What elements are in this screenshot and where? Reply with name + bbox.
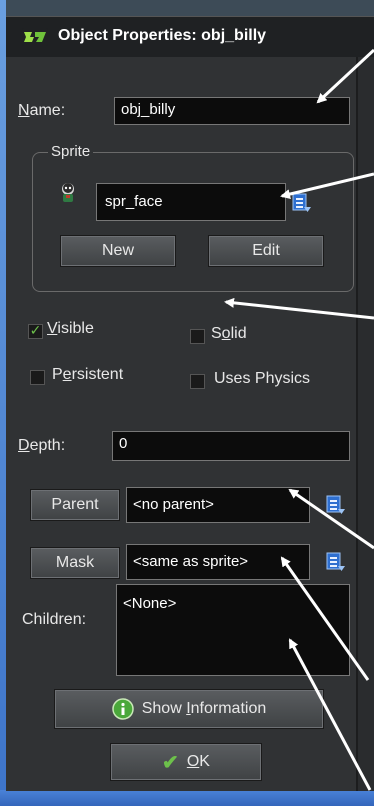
visible-checkbox[interactable]: ✓ — [28, 324, 43, 339]
children-label: Children: — [22, 611, 87, 628]
ok-rest: K — [199, 753, 210, 770]
depth-label-accel: D — [18, 437, 30, 454]
parent-field[interactable]: <no parent> — [126, 487, 310, 523]
show-information-button[interactable]: Show Information — [54, 689, 324, 729]
persistent-label-pre: P — [52, 366, 63, 383]
sprite-thumbnail-icon — [62, 183, 74, 202]
solid-label-accel: o — [221, 325, 231, 342]
ok-label: OK — [187, 753, 210, 771]
sprite-group-title: Sprite — [48, 143, 94, 160]
info-icon — [111, 698, 134, 720]
visible-label-text: isible — [57, 320, 94, 337]
object-properties-window: Object Properties: obj_billy Name: obj_b… — [6, 16, 374, 791]
mask-select-menu-icon[interactable] — [326, 552, 346, 572]
persistent-label[interactable]: Persistent — [52, 366, 123, 384]
sprite-new-button[interactable]: New — [60, 235, 176, 267]
name-label-accel: N — [18, 102, 30, 119]
persistent-checkbox[interactable] — [30, 370, 45, 385]
desktop-background-bottom — [0, 790, 374, 806]
ok-button[interactable]: ✔ OK — [110, 743, 262, 781]
parent-select-menu-icon[interactable] — [326, 495, 346, 515]
persistent-label-text: rsistent — [71, 366, 124, 383]
sprite-group-box — [32, 152, 354, 292]
sprite-input[interactable]: spr_face — [96, 183, 286, 221]
show-info-pre: Show — [141, 700, 187, 717]
show-info-rest: nformation — [190, 700, 267, 717]
mask-field[interactable]: <same as sprite> — [126, 544, 310, 580]
name-label-text: ame: — [29, 102, 66, 119]
visible-label[interactable]: Visible — [47, 320, 94, 338]
solid-label-text: lid — [230, 325, 247, 342]
parent-button[interactable]: Parent — [30, 489, 120, 521]
ok-check-icon: ✔ — [162, 751, 179, 774]
uses-physics-checkbox[interactable] — [190, 374, 205, 389]
depth-label: Depth: — [18, 437, 65, 455]
window-title: Object Properties: obj_billy — [58, 27, 267, 44]
solid-label[interactable]: Solid — [211, 325, 247, 343]
sprite-select-menu-icon[interactable] — [292, 193, 312, 213]
events-panel-edge — [356, 57, 374, 791]
depth-input[interactable]: 0 — [112, 431, 350, 461]
sprite-edit-button[interactable]: Edit — [208, 235, 324, 267]
solid-checkbox[interactable] — [190, 329, 205, 344]
ok-accel: O — [186, 753, 200, 770]
persistent-label-accel: e — [62, 366, 72, 383]
depth-label-text: epth: — [29, 437, 66, 454]
titlebar: Object Properties: obj_billy — [6, 17, 374, 57]
visible-label-accel: V — [47, 320, 58, 337]
uses-physics-label[interactable]: Uses Physics — [214, 370, 310, 388]
show-information-label: Show Information — [142, 700, 267, 718]
mask-button[interactable]: Mask — [30, 547, 120, 579]
children-list[interactable]: <None> — [116, 584, 350, 676]
solid-label-pre: S — [211, 325, 222, 342]
name-label: Name: — [18, 102, 65, 120]
name-input[interactable]: obj_billy — [114, 97, 350, 125]
gamemaker-logo-icon — [22, 28, 48, 46]
